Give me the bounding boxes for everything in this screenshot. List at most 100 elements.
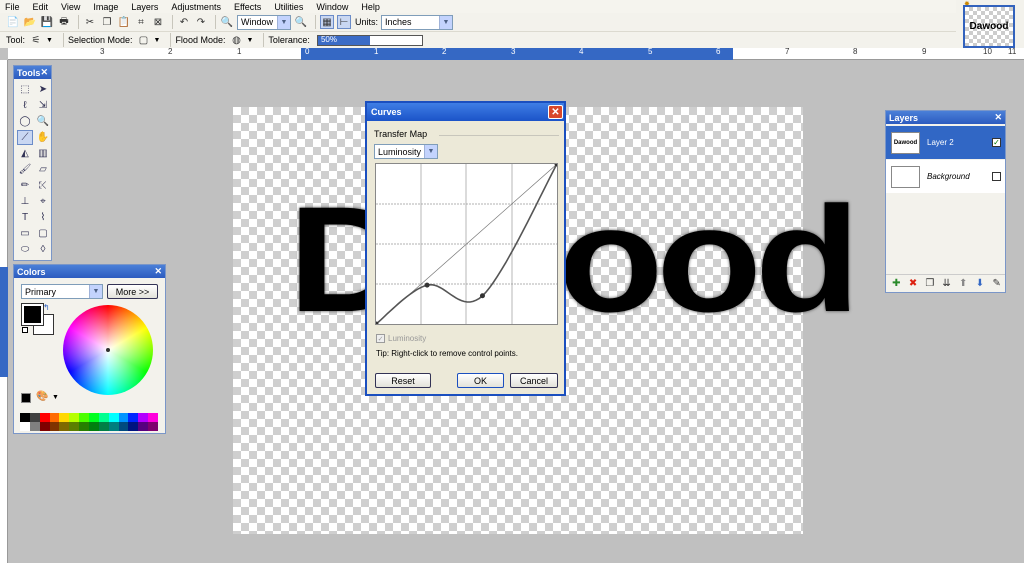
rectangle-select-icon[interactable]: ⬚ — [17, 82, 33, 97]
ok-button[interactable]: OK — [457, 373, 504, 388]
close-icon[interactable]: ✕ — [994, 112, 1002, 123]
palette-menu-icon[interactable]: 🎨 — [36, 391, 48, 402]
print-icon[interactable]: 🖶 — [57, 15, 71, 29]
tolerance-slider[interactable]: 50% — [316, 34, 423, 46]
globe-icon[interactable]: ◍ — [229, 33, 243, 47]
palette-color[interactable] — [148, 413, 158, 422]
pan-icon[interactable]: ✋ — [35, 130, 51, 145]
palette-color[interactable] — [118, 413, 129, 422]
layer-properties-icon[interactable]: ✎ — [991, 277, 1002, 291]
close-icon[interactable]: ✕ — [40, 67, 48, 78]
add-layer-icon[interactable]: ✚ — [891, 277, 902, 291]
menu-edit[interactable]: Edit — [33, 2, 49, 12]
palette-color[interactable] — [88, 413, 99, 422]
zoom-select[interactable]: Window ▼ — [237, 14, 291, 30]
rounded-rectangle-icon[interactable]: ▢ — [35, 226, 51, 241]
move-layer-up-icon[interactable]: ⬆ — [958, 277, 969, 291]
rulers-toggle-icon[interactable]: ⊢ — [337, 15, 351, 29]
magic-wand-icon[interactable]: ⚟ — [29, 33, 43, 47]
primary-color-swatch[interactable] — [21, 303, 44, 326]
duplicate-layer-icon[interactable]: ❐ — [924, 277, 935, 291]
move-selected-icon[interactable]: ⇲ — [35, 98, 51, 113]
line-curve-icon[interactable]: ⌇ — [35, 210, 51, 225]
palette-color[interactable] — [69, 422, 80, 431]
layer-visibility-checkbox[interactable]: ✓ — [992, 138, 1001, 147]
paintbrush-icon[interactable]: 🖌 — [17, 162, 33, 177]
layer-row-background[interactable]: Background — [886, 160, 1005, 193]
palette-color[interactable] — [20, 422, 30, 431]
selection-mode-icon[interactable]: ▢ — [137, 33, 151, 47]
freeform-shape-icon[interactable]: ◊ — [35, 242, 51, 257]
palette-color[interactable] — [98, 413, 109, 422]
zoom-out-icon[interactable]: 🔍 — [220, 15, 234, 29]
layer-row-layer-2[interactable]: Dawood Layer 2 ✓ — [886, 126, 1005, 159]
close-icon[interactable]: ✕ — [548, 105, 563, 119]
crop-icon[interactable]: ⌗ — [134, 15, 148, 29]
palette-color[interactable] — [128, 422, 139, 431]
menu-utilities[interactable]: Utilities — [274, 2, 303, 12]
palette-color[interactable] — [138, 422, 149, 431]
redo-icon[interactable]: ↷ — [194, 15, 208, 29]
menu-layers[interactable]: Layers — [131, 2, 158, 12]
palette-color[interactable] — [138, 413, 149, 422]
menu-effects[interactable]: Effects — [234, 2, 261, 12]
undo-icon[interactable]: ↶ — [177, 15, 191, 29]
merge-layer-down-icon[interactable]: ⇊ — [941, 277, 952, 291]
palette-color[interactable] — [69, 413, 80, 422]
palette-color[interactable] — [39, 422, 50, 431]
units-select[interactable]: Inches ▼ — [381, 14, 454, 30]
copy-icon[interactable]: ❐ — [100, 15, 114, 29]
palette-color[interactable] — [108, 422, 119, 431]
color-wheel[interactable] — [63, 305, 153, 395]
color-mode-select[interactable]: Primary ▼ — [21, 284, 103, 299]
palette-color[interactable] — [108, 413, 119, 422]
menu-adjustments[interactable]: Adjustments — [171, 2, 221, 12]
image-thumbnail[interactable]: Dawood — [963, 5, 1015, 48]
chevron-down-icon[interactable]: ▼ — [52, 394, 59, 401]
chevron-down-icon[interactable]: ▼ — [424, 145, 437, 158]
chevron-down-icon[interactable]: ▼ — [89, 285, 102, 298]
palette-color[interactable] — [79, 413, 89, 422]
palette-color[interactable] — [29, 422, 40, 431]
palette-color[interactable] — [59, 422, 70, 431]
lasso-icon[interactable]: ℓ — [17, 98, 33, 113]
eraser-icon[interactable]: ▱ — [35, 162, 51, 177]
move-selection-icon[interactable]: ➤ — [35, 82, 51, 97]
close-icon[interactable]: ✕ — [154, 266, 162, 277]
more-button[interactable]: More >> — [107, 284, 158, 299]
color-picker-icon[interactable]: ⤪ — [35, 178, 51, 193]
zoom-in-icon[interactable]: 🔍 — [294, 15, 308, 29]
zoom-icon[interactable]: 🔍 — [35, 114, 51, 129]
paste-icon[interactable]: 📋 — [117, 15, 131, 29]
deselect-icon[interactable]: ⊠ — [151, 15, 165, 29]
grid-toggle-icon[interactable]: ▦ — [320, 15, 334, 29]
palette-color[interactable] — [128, 413, 139, 422]
clone-stamp-icon[interactable]: ⊥ — [17, 194, 33, 209]
new-file-icon[interactable]: 📄 — [6, 15, 20, 29]
curve-control-point[interactable] — [479, 293, 485, 299]
delete-layer-icon[interactable]: ✖ — [908, 277, 919, 291]
rectangle-icon[interactable]: ▭ — [17, 226, 33, 241]
move-layer-down-icon[interactable]: ⬇ — [975, 277, 986, 291]
menu-help[interactable]: Help — [361, 2, 380, 12]
menu-file[interactable]: File — [5, 2, 20, 12]
cancel-button[interactable]: Cancel — [510, 373, 558, 388]
palette-color[interactable] — [20, 413, 30, 422]
magic-wand-tool-icon[interactable]: ⟋ — [17, 130, 33, 145]
curves-graph[interactable] — [373, 161, 560, 327]
chevron-down-icon[interactable]: ▼ — [277, 15, 290, 29]
palette-color[interactable] — [148, 422, 158, 431]
reset-button[interactable]: Reset — [375, 373, 431, 388]
color-palette[interactable] — [20, 413, 158, 431]
swap-colors-icon[interactable]: ↰ — [43, 303, 50, 312]
palette-swatch-icon[interactable] — [21, 393, 31, 403]
palette-color[interactable] — [29, 413, 40, 422]
transfer-map-select[interactable]: Luminosity ▼ — [374, 144, 438, 159]
menu-image[interactable]: Image — [93, 2, 118, 12]
menu-window[interactable]: Window — [316, 2, 348, 12]
reset-colors-icon[interactable] — [22, 327, 28, 333]
chevron-down-icon[interactable]: ▼ — [439, 15, 453, 29]
palette-color[interactable] — [49, 422, 60, 431]
ellipse-select-icon[interactable]: ◯ — [17, 114, 33, 129]
palette-color[interactable] — [118, 422, 129, 431]
